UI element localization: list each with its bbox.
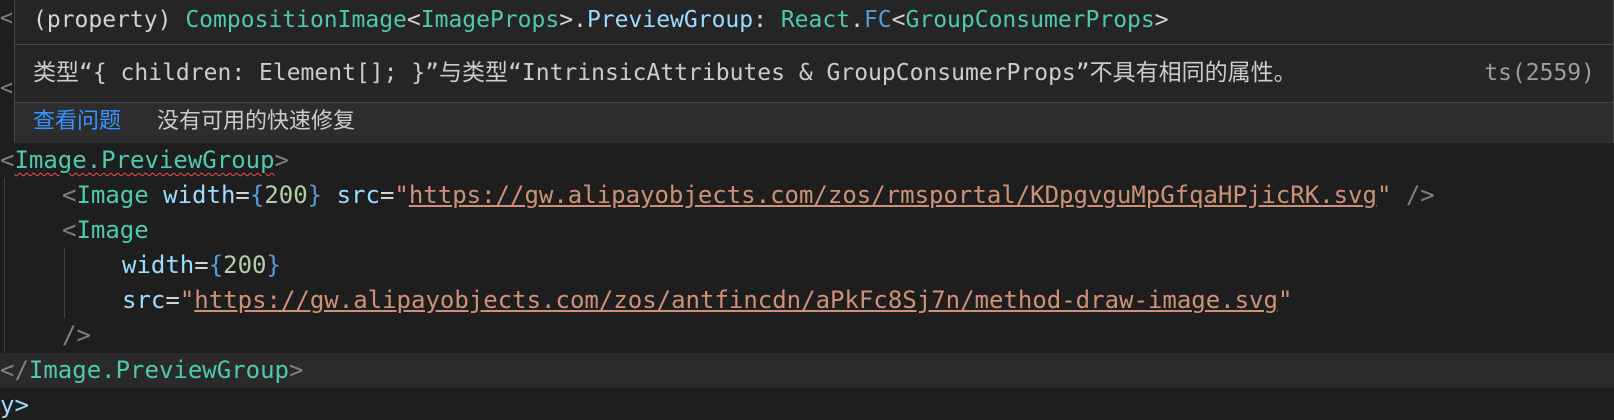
code-line-preview-group-close[interactable]: </Image.PreviewGroup> — [0, 353, 1614, 388]
dot: . — [850, 7, 864, 33]
quote: " — [394, 181, 409, 209]
indent-guide — [64, 248, 65, 318]
code-line-partial[interactable]: y> — [0, 388, 29, 420]
code-line-image-2-open[interactable]: <Image — [62, 213, 149, 248]
brace: { — [249, 181, 265, 209]
url-link[interactable]: https://gw.alipayobjects.com/zos/antfinc… — [194, 286, 1278, 314]
tag-bracket: > — [289, 356, 304, 384]
equals-sign: = — [165, 286, 180, 314]
indent-guide — [4, 178, 5, 353]
generic-bracket: > — [1154, 7, 1169, 33]
hover-actions-bar: 查看问题 没有可用的快速修复 — [15, 102, 1613, 143]
generic-bracket: < — [891, 7, 906, 33]
url-link[interactable]: https://gw.alipayobjects.com/zos/rmsport… — [409, 181, 1377, 209]
brace: } — [307, 181, 323, 209]
type-name: FC — [863, 7, 892, 33]
component-name-error[interactable]: Image.PreviewGroup — [14, 146, 274, 174]
attribute-name: width — [122, 251, 195, 279]
code-line-src-attr[interactable]: src="https://gw.alipayobjects.com/zos/an… — [122, 283, 1292, 318]
number-value: 200 — [223, 251, 267, 279]
equals-sign: = — [194, 251, 209, 279]
attribute-name: width — [163, 181, 236, 209]
namespace-name: React — [780, 7, 851, 33]
number-value: 200 — [264, 181, 308, 209]
hidden-tag-fragment: < — [0, 76, 12, 101]
component-name: Image — [76, 181, 149, 209]
code-editor[interactable]: < < <Image.PreviewGroup> <Image width={2… — [0, 0, 1614, 420]
dot: . — [573, 7, 587, 33]
tag-bracket: </ — [0, 356, 29, 384]
hover-tooltip[interactable]: (property) CompositionImage<ImageProps>.… — [14, 0, 1614, 143]
divider — [15, 44, 1613, 45]
attribute-name: src — [122, 286, 166, 314]
brace: } — [266, 251, 281, 279]
generic-bracket: > — [559, 7, 574, 33]
quote: " — [1376, 181, 1392, 209]
equals-sign: = — [379, 181, 395, 209]
self-closing-tag: /> — [62, 321, 91, 349]
tag-bracket: < — [0, 146, 15, 174]
type-name: GroupConsumerProps — [905, 7, 1155, 33]
component-name: Image — [76, 216, 149, 244]
hidden-tag-fragment: < — [0, 6, 12, 31]
type-name: ImageProps — [420, 7, 560, 33]
view-problem-link[interactable]: 查看问题 — [33, 103, 121, 141]
tag-bracket: < — [62, 181, 77, 209]
brace: { — [208, 251, 224, 279]
quote: " — [179, 286, 195, 314]
error-message: 类型“{ children: Element[]; }”与类型“Intrinsi… — [33, 60, 1297, 86]
colon: : — [753, 7, 781, 33]
signature-prefix: (property) — [33, 7, 186, 33]
equals-sign: = — [235, 181, 250, 209]
quote: " — [1277, 286, 1293, 314]
code-line-self-close[interactable]: /> — [62, 318, 91, 353]
type-signature: (property) CompositionImage<ImageProps>.… — [33, 2, 1169, 38]
code-line-width-attr[interactable]: width={200} — [122, 248, 281, 283]
generic-bracket: < — [406, 7, 421, 33]
type-name: CompositionImage — [185, 7, 407, 33]
component-name: Image.PreviewGroup — [28, 356, 289, 384]
partial-text: y> — [0, 391, 29, 419]
no-quick-fix-label: 没有可用的快速修复 — [157, 109, 356, 134]
attribute-name: src — [336, 181, 380, 209]
error-code: ts(2559) — [1484, 60, 1595, 86]
member-name: PreviewGroup — [586, 7, 754, 33]
tag-bracket: > — [274, 146, 289, 174]
self-closing-tag: /> — [1405, 181, 1435, 209]
tag-bracket: < — [62, 216, 77, 244]
code-line-image-1[interactable]: <Image width={200} src="https://gw.alipa… — [62, 178, 1435, 213]
code-line-preview-group-open[interactable]: <Image.PreviewGroup> — [0, 143, 289, 178]
